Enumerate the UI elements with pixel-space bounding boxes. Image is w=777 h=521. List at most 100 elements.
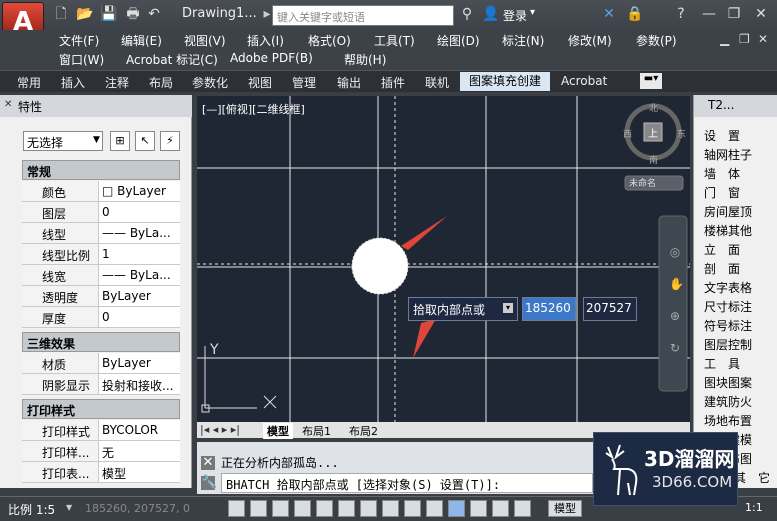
tab-plugins[interactable]: 插件: [381, 74, 405, 91]
menu-dimension[interactable]: 标注(N): [502, 32, 544, 49]
infer-constraints-icon[interactable]: [228, 500, 245, 517]
palette-item[interactable]: 房间屋顶: [704, 203, 752, 220]
palette-item[interactable]: 尺寸标注: [704, 298, 752, 315]
3d-osnap-icon[interactable]: [360, 500, 377, 517]
palette-close-icon[interactable]: ✕: [4, 99, 12, 110]
prop-row-color[interactable]: 颜色 □ ByLayer: [22, 181, 180, 202]
menu-window[interactable]: 窗口(W): [59, 51, 104, 68]
new-icon[interactable]: 🗋: [52, 6, 70, 22]
menu-restore-button[interactable]: ❐: [739, 32, 750, 46]
menu-view[interactable]: 视图(V): [184, 32, 226, 49]
x-coordinate-input[interactable]: 185260: [522, 297, 576, 321]
palette-item[interactable]: 工 具: [704, 355, 740, 372]
prompt-dropdown-icon[interactable]: ▾: [503, 303, 513, 313]
tab-manage[interactable]: 管理: [292, 74, 316, 91]
tab-output[interactable]: 输出: [337, 74, 361, 91]
tab-layout[interactable]: 布局: [149, 74, 173, 91]
palette-item[interactable]: 楼梯其他: [704, 222, 752, 239]
prop-row-lineweight[interactable]: 线宽 —— ByLa...: [22, 265, 180, 286]
close-button[interactable]: ✕: [752, 6, 770, 22]
tab-home[interactable]: 常用: [17, 74, 41, 91]
save-icon[interactable]: 💾: [100, 6, 118, 22]
palette-item[interactable]: 门 窗: [704, 184, 740, 201]
tab-annotate[interactable]: 注释: [105, 74, 129, 91]
chevron-down-icon[interactable]: ▼: [93, 135, 100, 145]
tab-online[interactable]: 联机: [425, 74, 449, 91]
viewport-label[interactable]: [—][俯视][二维线框]: [202, 101, 305, 117]
viewcube-top[interactable]: 上: [648, 125, 658, 140]
section-general[interactable]: 常规: [22, 160, 180, 180]
scale-dropdown-icon[interactable]: ▼: [66, 503, 72, 512]
osnap-icon[interactable]: [338, 500, 355, 517]
help-icon[interactable]: ?: [672, 6, 690, 22]
y-coordinate-input[interactable]: 207527: [583, 297, 637, 321]
navigation-bar[interactable]: ◎ ✋ ⊕ ↻: [669, 236, 684, 364]
minimize-button[interactable]: —: [700, 6, 718, 22]
palette-item[interactable]: 图层控制: [704, 336, 752, 353]
command-input[interactable]: BHATCH 拾取内部点或 [选择对象(S) 设置(T)]:: [221, 473, 593, 493]
menu-parametric[interactable]: 参数(P): [636, 32, 677, 49]
tab-model[interactable]: 模型: [263, 423, 293, 439]
menu-minimize-button[interactable]: ▁: [720, 32, 729, 46]
quick-properties-icon[interactable]: [492, 500, 509, 517]
prop-row-shadow[interactable]: 阴影显示 投射和接收...: [22, 374, 180, 395]
toggle-pickadd-icon[interactable]: ⊞: [110, 131, 130, 151]
polar-icon[interactable]: [316, 500, 333, 517]
print-icon[interactable]: 🖶: [124, 6, 142, 22]
palette-item[interactable]: 符号标注: [704, 317, 752, 334]
menu-modify[interactable]: 修改(M): [568, 32, 612, 49]
lineweight-icon[interactable]: [448, 500, 465, 517]
palette-item[interactable]: 轴网柱子: [704, 146, 752, 163]
prop-row-linetype-scale[interactable]: 线型比例 1: [22, 244, 180, 265]
prop-row-plot-table-attached[interactable]: 打印表... 模型: [22, 462, 180, 483]
palette-item[interactable]: 建筑防火: [704, 393, 752, 410]
selection-dropdown[interactable]: 无选择: [23, 131, 103, 151]
drawing-canvas[interactable]: Y [—][俯视][二维线框] 北 南 东 西 上 未命名 ◎ ✋ ⊕ ↻: [197, 96, 690, 422]
tab-acrobat[interactable]: Acrobat: [561, 74, 607, 88]
palette-item[interactable]: 场地布置: [704, 412, 752, 429]
autodesk360-icon[interactable]: 🔒: [626, 6, 644, 22]
select-objects-icon[interactable]: ↖: [135, 131, 155, 151]
menu-insert[interactable]: 插入(I): [247, 32, 284, 49]
section-plot-style[interactable]: 打印样式: [22, 399, 180, 419]
menu-help[interactable]: 帮助(H): [344, 51, 386, 68]
menu-acrobat-markup[interactable]: Acrobat 标记(C): [126, 51, 218, 68]
tab-layout2[interactable]: 布局2: [349, 423, 378, 439]
restore-button[interactable]: ❐: [725, 6, 743, 22]
search-input[interactable]: 键入关键字或短语: [272, 5, 454, 26]
ucs-menu[interactable]: 未命名: [629, 176, 656, 189]
tab-hatch-creation[interactable]: 图案填充创建: [460, 72, 550, 91]
menu-tools[interactable]: 工具(T): [374, 32, 415, 49]
otrack-icon[interactable]: [382, 500, 399, 517]
login-dropdown-icon[interactable]: ▾: [530, 7, 535, 18]
quick-select-icon[interactable]: ⚡: [160, 131, 180, 151]
grid-icon[interactable]: [272, 500, 289, 517]
layout-nav-icon[interactable]: |◂ ◂ ▸ ▸|: [200, 423, 240, 436]
palette-item[interactable]: 文字表格: [704, 279, 752, 296]
selection-cycling-icon[interactable]: [514, 500, 531, 517]
binoculars-icon[interactable]: ⚲: [458, 6, 476, 22]
menu-adobe-pdf[interactable]: Adobe PDF(B): [230, 51, 313, 65]
tab-layout1[interactable]: 布局1: [302, 423, 331, 439]
prop-row-transparency[interactable]: 透明度 ByLayer: [22, 286, 180, 307]
prop-row-thickness[interactable]: 厚度 0: [22, 307, 180, 328]
palette-item[interactable]: 立 面: [704, 241, 740, 258]
tab-insert[interactable]: 插入: [61, 74, 85, 91]
tab-parametric[interactable]: 参数化: [192, 74, 228, 91]
transparency-icon[interactable]: [470, 500, 487, 517]
ortho-icon[interactable]: [294, 500, 311, 517]
command-close-icon[interactable]: ✕: [201, 456, 215, 470]
ribbon-toggle-icon[interactable]: ▬▾: [640, 73, 662, 89]
palette-item[interactable]: 剖 面: [704, 260, 740, 277]
model-space-button[interactable]: 模型: [548, 500, 582, 517]
palette-item[interactable]: 其 它: [734, 469, 770, 486]
palette-item[interactable]: 墙 体: [704, 165, 740, 182]
scale-readout[interactable]: 比例 1:5: [8, 501, 55, 518]
tab-view[interactable]: 视图: [248, 74, 272, 91]
prop-row-layer[interactable]: 图层 0: [22, 202, 180, 223]
annotation-scale[interactable]: 1:1: [745, 501, 763, 514]
prop-row-plot-style-table[interactable]: 打印样... 无: [22, 441, 180, 462]
menu-draw[interactable]: 绘图(D): [437, 32, 480, 49]
menu-file[interactable]: 文件(F): [59, 32, 99, 49]
prop-row-material[interactable]: 材质 ByLayer: [22, 353, 180, 374]
